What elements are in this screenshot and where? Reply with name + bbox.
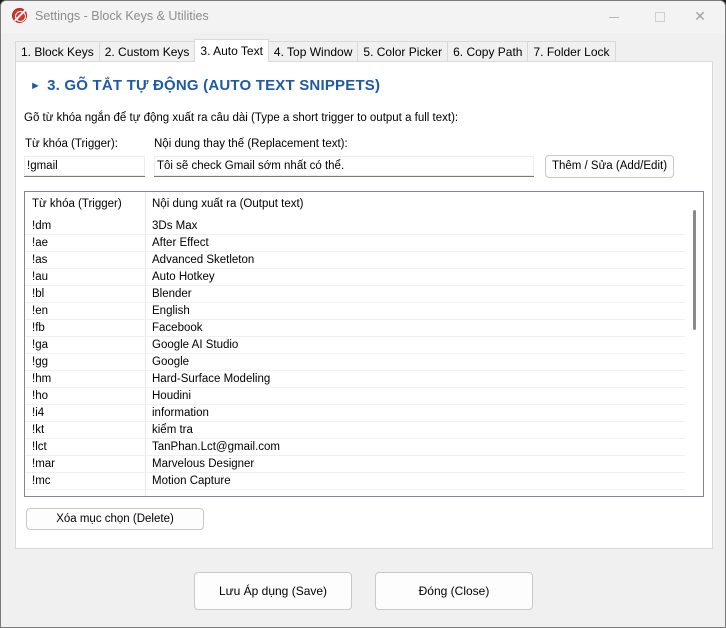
list-item[interactable]: !ae After Effect: [25, 235, 685, 252]
vertical-scrollbar[interactable]: [687, 192, 703, 496]
tab-block-keys[interactable]: 1. Block Keys: [15, 41, 100, 62]
list-item[interactable]: !ho Houdini: [25, 388, 685, 405]
list-header: Từ khóa (Trigger) Nội dung xuất ra (Outp…: [25, 192, 703, 216]
tab-top-window[interactable]: 4. Top Window: [267, 41, 359, 62]
save-button[interactable]: Lưu Áp dụng (Save): [194, 572, 352, 610]
scrollbar-thumb[interactable]: [693, 210, 696, 330]
minimize-icon: [609, 16, 619, 18]
list-item[interactable]: !mar Marvelous Designer: [25, 456, 685, 473]
replacement-label: Nội dung thay thế (Replacement text):: [154, 138, 348, 150]
description-text: Gõ từ khóa ngắn để tự động xuất ra câu d…: [24, 112, 459, 124]
list-item[interactable]: !bl Blender: [25, 286, 685, 303]
trigger-cell: !dm: [32, 220, 52, 232]
output-cell: 3Ds Max: [152, 220, 198, 232]
heading-arrow-icon: ►: [30, 80, 42, 92]
list-item[interactable]: !i4 information: [25, 405, 685, 422]
auto-text-panel: ► 3. GÕ TẮT TỰ ĐỘNG (AUTO TEXT SNIPPETS) …: [15, 61, 713, 549]
trigger-cell: !mc: [32, 475, 51, 487]
column-header-output[interactable]: Nội dung xuất ra (Output text): [152, 198, 304, 210]
replacement-input[interactable]: Tôi sẽ check Gmail sớm nhất có thể.: [154, 156, 534, 177]
output-cell: TanPhan.Lct@gmail.com: [152, 441, 281, 453]
output-cell: Motion Capture: [152, 475, 231, 487]
trigger-input[interactable]: !gmail: [24, 156, 145, 177]
minimize-button[interactable]: [591, 1, 637, 31]
list-item[interactable]: !gg Google: [25, 354, 685, 371]
close-icon: ✕: [694, 8, 706, 24]
trigger-cell: !ae: [32, 237, 48, 249]
list-item[interactable]: !mc Motion Capture: [25, 473, 685, 490]
list-item[interactable]: !as Advanced Sketleton: [25, 252, 685, 269]
output-cell: Google: [152, 356, 190, 368]
trigger-cell: !bl: [32, 288, 45, 300]
window-title: Settings - Block Keys & Utilities: [35, 9, 209, 23]
output-cell: Facebook: [152, 322, 203, 334]
trigger-cell: !lct: [32, 441, 47, 453]
trigger-cell: !en: [32, 305, 48, 317]
add-edit-button[interactable]: Thêm / Sửa (Add/Edit): [545, 155, 674, 178]
list-item[interactable]: !ga Google AI Studio: [25, 337, 685, 354]
list-item[interactable]: !dm 3Ds Max: [25, 218, 685, 235]
delete-button[interactable]: Xóa mục chọn (Delete): [26, 508, 204, 530]
list-item[interactable]: !lct TanPhan.Lct@gmail.com: [25, 439, 685, 456]
trigger-cell: !fb: [32, 322, 45, 334]
output-cell: Advanced Sketleton: [152, 254, 255, 266]
list-item[interactable]: !en English: [25, 303, 685, 320]
output-cell: Marvelous Designer: [152, 458, 255, 470]
trigger-cell: !i4: [32, 407, 45, 419]
close-window-button[interactable]: ✕: [677, 1, 723, 31]
trigger-cell: !mar: [32, 458, 55, 470]
trigger-label: Từ khóa (Trigger):: [25, 138, 118, 150]
output-cell: Auto Hotkey: [152, 271, 215, 283]
settings-window: Settings - Block Keys & Utilities ✕ 1. B…: [0, 0, 726, 628]
section-heading: ► 3. GÕ TẮT TỰ ĐỘNG (AUTO TEXT SNIPPETS): [30, 77, 380, 94]
tab-color-picker[interactable]: 5. Color Picker: [357, 41, 449, 62]
close-button[interactable]: Đóng (Close): [375, 572, 533, 610]
list-rows: !dm 3Ds Max !ae After Effect !as Advanced Ske…: [25, 218, 685, 490]
output-cell: Houdini: [152, 390, 191, 402]
output-cell: Blender: [152, 288, 192, 300]
output-cell: Hard-Surface Modeling: [152, 373, 271, 385]
output-cell: English: [152, 305, 190, 317]
snippet-list[interactable]: Từ khóa (Trigger) Nội dung xuất ra (Outp…: [24, 191, 704, 497]
maximize-icon: [655, 12, 665, 23]
output-cell: Google AI Studio: [152, 339, 239, 351]
trigger-cell: !ga: [32, 339, 48, 351]
output-cell: kiểm tra: [152, 424, 193, 436]
trigger-cell: !hm: [32, 373, 52, 385]
heading-text: 3. GÕ TẮT TỰ ĐỘNG (AUTO TEXT SNIPPETS): [47, 77, 381, 94]
tab-auto-text[interactable]: 3. Auto Text: [194, 39, 269, 62]
list-item[interactable]: !au Auto Hotkey: [25, 269, 685, 286]
trigger-cell: !ho: [32, 390, 48, 402]
trigger-cell: !au: [32, 271, 48, 283]
trigger-cell: !as: [32, 254, 48, 266]
title-bar[interactable]: Settings - Block Keys & Utilities ✕: [1, 1, 725, 33]
output-cell: After Effect: [152, 237, 209, 249]
column-header-trigger[interactable]: Từ khóa (Trigger): [32, 198, 122, 210]
list-item[interactable]: !kt kiểm tra: [25, 422, 685, 439]
tab-folder-lock[interactable]: 7. Folder Lock: [527, 41, 616, 62]
tab-strip: 1. Block Keys 2. Custom Keys 3. Auto Tex…: [15, 39, 616, 62]
trigger-cell: !kt: [32, 424, 45, 436]
list-item[interactable]: !fb Facebook: [25, 320, 685, 337]
output-cell: information: [152, 407, 209, 419]
block-app-icon: [12, 8, 27, 23]
trigger-cell: !gg: [32, 356, 48, 368]
tab-copy-path[interactable]: 6. Copy Path: [447, 41, 529, 62]
tab-custom-keys[interactable]: 2. Custom Keys: [98, 41, 196, 62]
list-item[interactable]: !hm Hard-Surface Modeling: [25, 371, 685, 388]
